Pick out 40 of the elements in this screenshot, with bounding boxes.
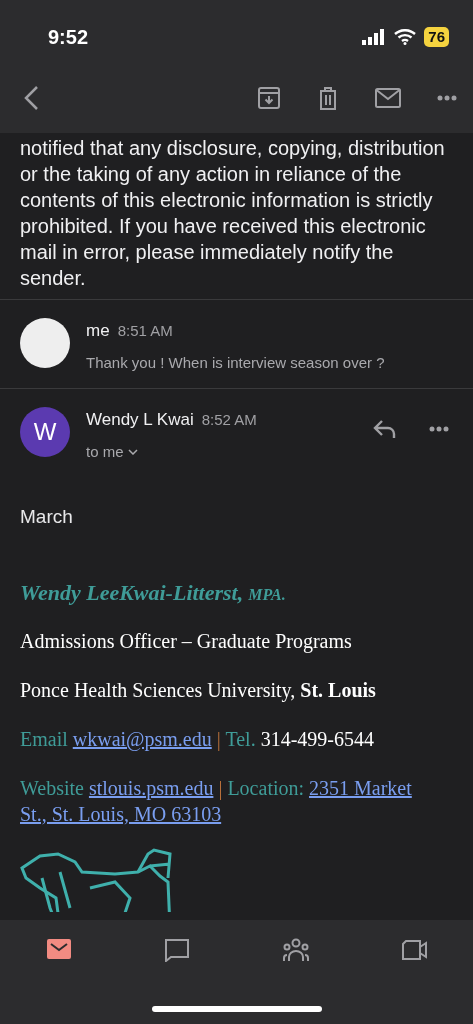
signature-text: Admissions Officer – Graduate Programs bbox=[20, 629, 352, 652]
signal-icon bbox=[362, 29, 387, 45]
signature-link[interactable]: stlouis.psm.edu bbox=[88, 776, 214, 799]
envelope-icon bbox=[46, 938, 73, 962]
avatar-photo bbox=[20, 318, 70, 368]
signature-label: Email bbox=[20, 727, 68, 750]
chevron-down-icon[interactable] bbox=[127, 448, 138, 455]
signature-text: 314-499-6544 bbox=[260, 727, 374, 750]
signature-label: Website bbox=[20, 776, 84, 799]
signature-name: Wendy LeeKwai-Litterst, bbox=[20, 579, 244, 605]
sender-name: me bbox=[86, 320, 110, 342]
trash-icon bbox=[317, 85, 339, 110]
envelope-icon bbox=[375, 87, 401, 108]
signature-link[interactable]: 2351 Market bbox=[309, 776, 412, 799]
archive-icon bbox=[257, 85, 281, 110]
battery-level: 76 bbox=[424, 27, 449, 47]
people-icon bbox=[282, 938, 309, 962]
email-body-text: March bbox=[19, 505, 74, 529]
signature-label: Tel. bbox=[225, 727, 256, 750]
reply-icon bbox=[373, 419, 397, 439]
message-time: 8:51 AM bbox=[117, 320, 173, 341]
more-icon bbox=[429, 426, 449, 432]
signature-label: Location: bbox=[227, 776, 305, 799]
more-icon bbox=[437, 94, 457, 101]
separator: | bbox=[216, 727, 221, 750]
recipient-text: to me bbox=[86, 441, 124, 462]
email-body-text: notified that any disclosure, copying, distribution or the taking of any action in reliance of the contents of this electronic information is strictly prohibited. If you have received this electronic mail in error, please immediately notify the sender. bbox=[19, 136, 446, 291]
wifi-icon bbox=[394, 29, 417, 45]
chat-bubble-icon bbox=[164, 938, 191, 962]
signature-link[interactable]: wkwai@psm.edu bbox=[72, 727, 212, 750]
signature-text: Ponce Health Sciences University, St. Louis bbox=[20, 678, 376, 701]
message-time: 8:52 AM bbox=[201, 409, 257, 430]
status-time: 9:52 bbox=[48, 25, 89, 50]
separator: | bbox=[218, 776, 223, 799]
signature-link[interactable]: St., St. Louis, MO 63103 bbox=[20, 802, 222, 825]
avatar: W bbox=[20, 407, 70, 457]
video-camera-icon bbox=[400, 938, 427, 962]
message-snippet: Thank you ! When is interview season over ? bbox=[86, 352, 386, 373]
sender-name: Wendy L Kwai bbox=[86, 409, 194, 431]
signature-credential: MPA. bbox=[248, 585, 286, 603]
